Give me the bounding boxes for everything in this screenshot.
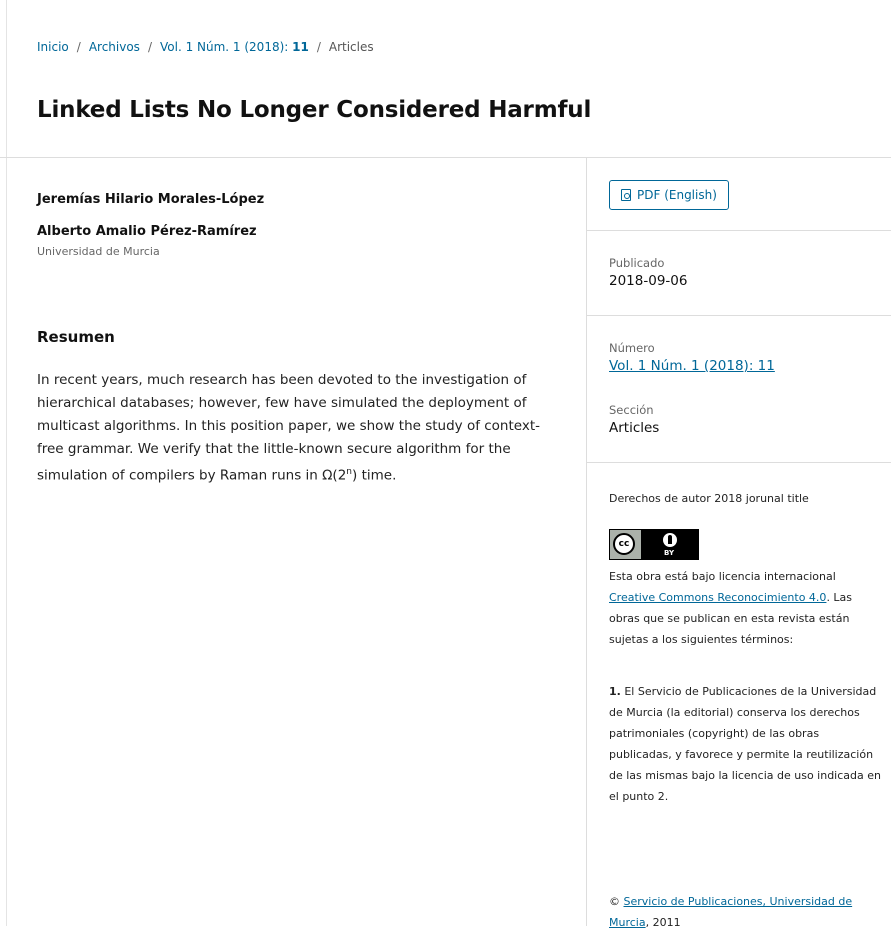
- pdf-download-button[interactable]: PDF (English): [609, 180, 729, 210]
- breadcrumb-current: Articles: [328, 40, 374, 54]
- section-label: Sección: [609, 403, 654, 417]
- section-value: Articles: [609, 420, 660, 436]
- published-block: Publicado 2018-09-06: [587, 231, 891, 316]
- cc-logo-icon: cc: [613, 533, 635, 555]
- issue-link[interactable]: Vol. 1 Núm. 1 (2018): 11: [609, 358, 775, 374]
- page-title: Linked Lists No Longer Considered Harmfu…: [37, 97, 592, 123]
- breadcrumb-home-link[interactable]: Inicio: [37, 40, 69, 54]
- galley-block: PDF (English): [587, 158, 891, 231]
- breadcrumb-issue-text: Vol. 1 Núm. 1 (2018):: [159, 40, 293, 54]
- author-affiliation: Universidad de Murcia: [37, 245, 160, 258]
- abstract-heading: Resumen: [37, 328, 115, 346]
- abstract-tail: ) time.: [352, 467, 397, 484]
- file-pdf-icon: [621, 189, 631, 201]
- pdf-button-label: PDF (English): [637, 188, 717, 202]
- attribution-person-icon: [662, 532, 678, 548]
- published-date: 2018-09-06: [609, 273, 688, 289]
- breadcrumb-separator: /: [316, 40, 321, 54]
- license-link[interactable]: Creative Commons Reconocimiento 4.0: [609, 591, 826, 604]
- published-label: Publicado: [609, 256, 665, 270]
- issue-section-block: Número Vol. 1 Núm. 1 (2018): 11 Sección …: [587, 316, 891, 463]
- abstract-body: In recent years, much research has been …: [37, 372, 541, 484]
- term-number: 1.: [609, 685, 621, 698]
- breadcrumb-archives-link[interactable]: Archivos: [89, 40, 140, 54]
- publisher-footer: © Servicio de Publicaciones, Universidad…: [609, 891, 884, 933]
- copyright-symbol: ©: [609, 895, 620, 908]
- breadcrumb-separator: /: [147, 40, 152, 54]
- breadcrumb-issue-link[interactable]: Vol. 1 Núm. 1 (2018): 11: [160, 40, 309, 54]
- page-header: Inicio / Archivos / Vol. 1 Núm. 1 (2018): 11…: [0, 0, 891, 158]
- term-text: El Servicio de Publicaciones de la Unive…: [609, 685, 881, 803]
- abstract-text: In recent years, much research has been …: [37, 369, 557, 488]
- article-page: Inicio / Archivos / Vol. 1 Núm. 1 (2018): 11…: [0, 0, 891, 929]
- article-sidebar: PDF (English) Publicado 2018-09-06 Númer…: [586, 158, 891, 929]
- license-prefix: Esta obra está bajo licencia internacion…: [609, 570, 836, 583]
- author-name: Jeremías Hilario Morales-López: [37, 192, 265, 207]
- issue-label: Número: [609, 341, 655, 355]
- cc-by-license-icon[interactable]: cc BY: [609, 529, 699, 560]
- footer-year: , 2011: [645, 916, 681, 929]
- by-label: BY: [664, 549, 675, 557]
- license-term-1: 1. El Servicio de Publicaciones de la Un…: [609, 681, 884, 807]
- breadcrumb: Inicio / Archivos / Vol. 1 Núm. 1 (2018): 11…: [37, 40, 374, 54]
- license-text: Esta obra está bajo licencia internacion…: [609, 566, 884, 650]
- breadcrumb-separator: /: [76, 40, 81, 54]
- copyright-text: Derechos de autor 2018 jorunal title: [609, 492, 809, 505]
- author-name: Alberto Amalio Pérez-Ramírez: [37, 224, 257, 239]
- breadcrumb-issue-number: 11: [292, 40, 309, 54]
